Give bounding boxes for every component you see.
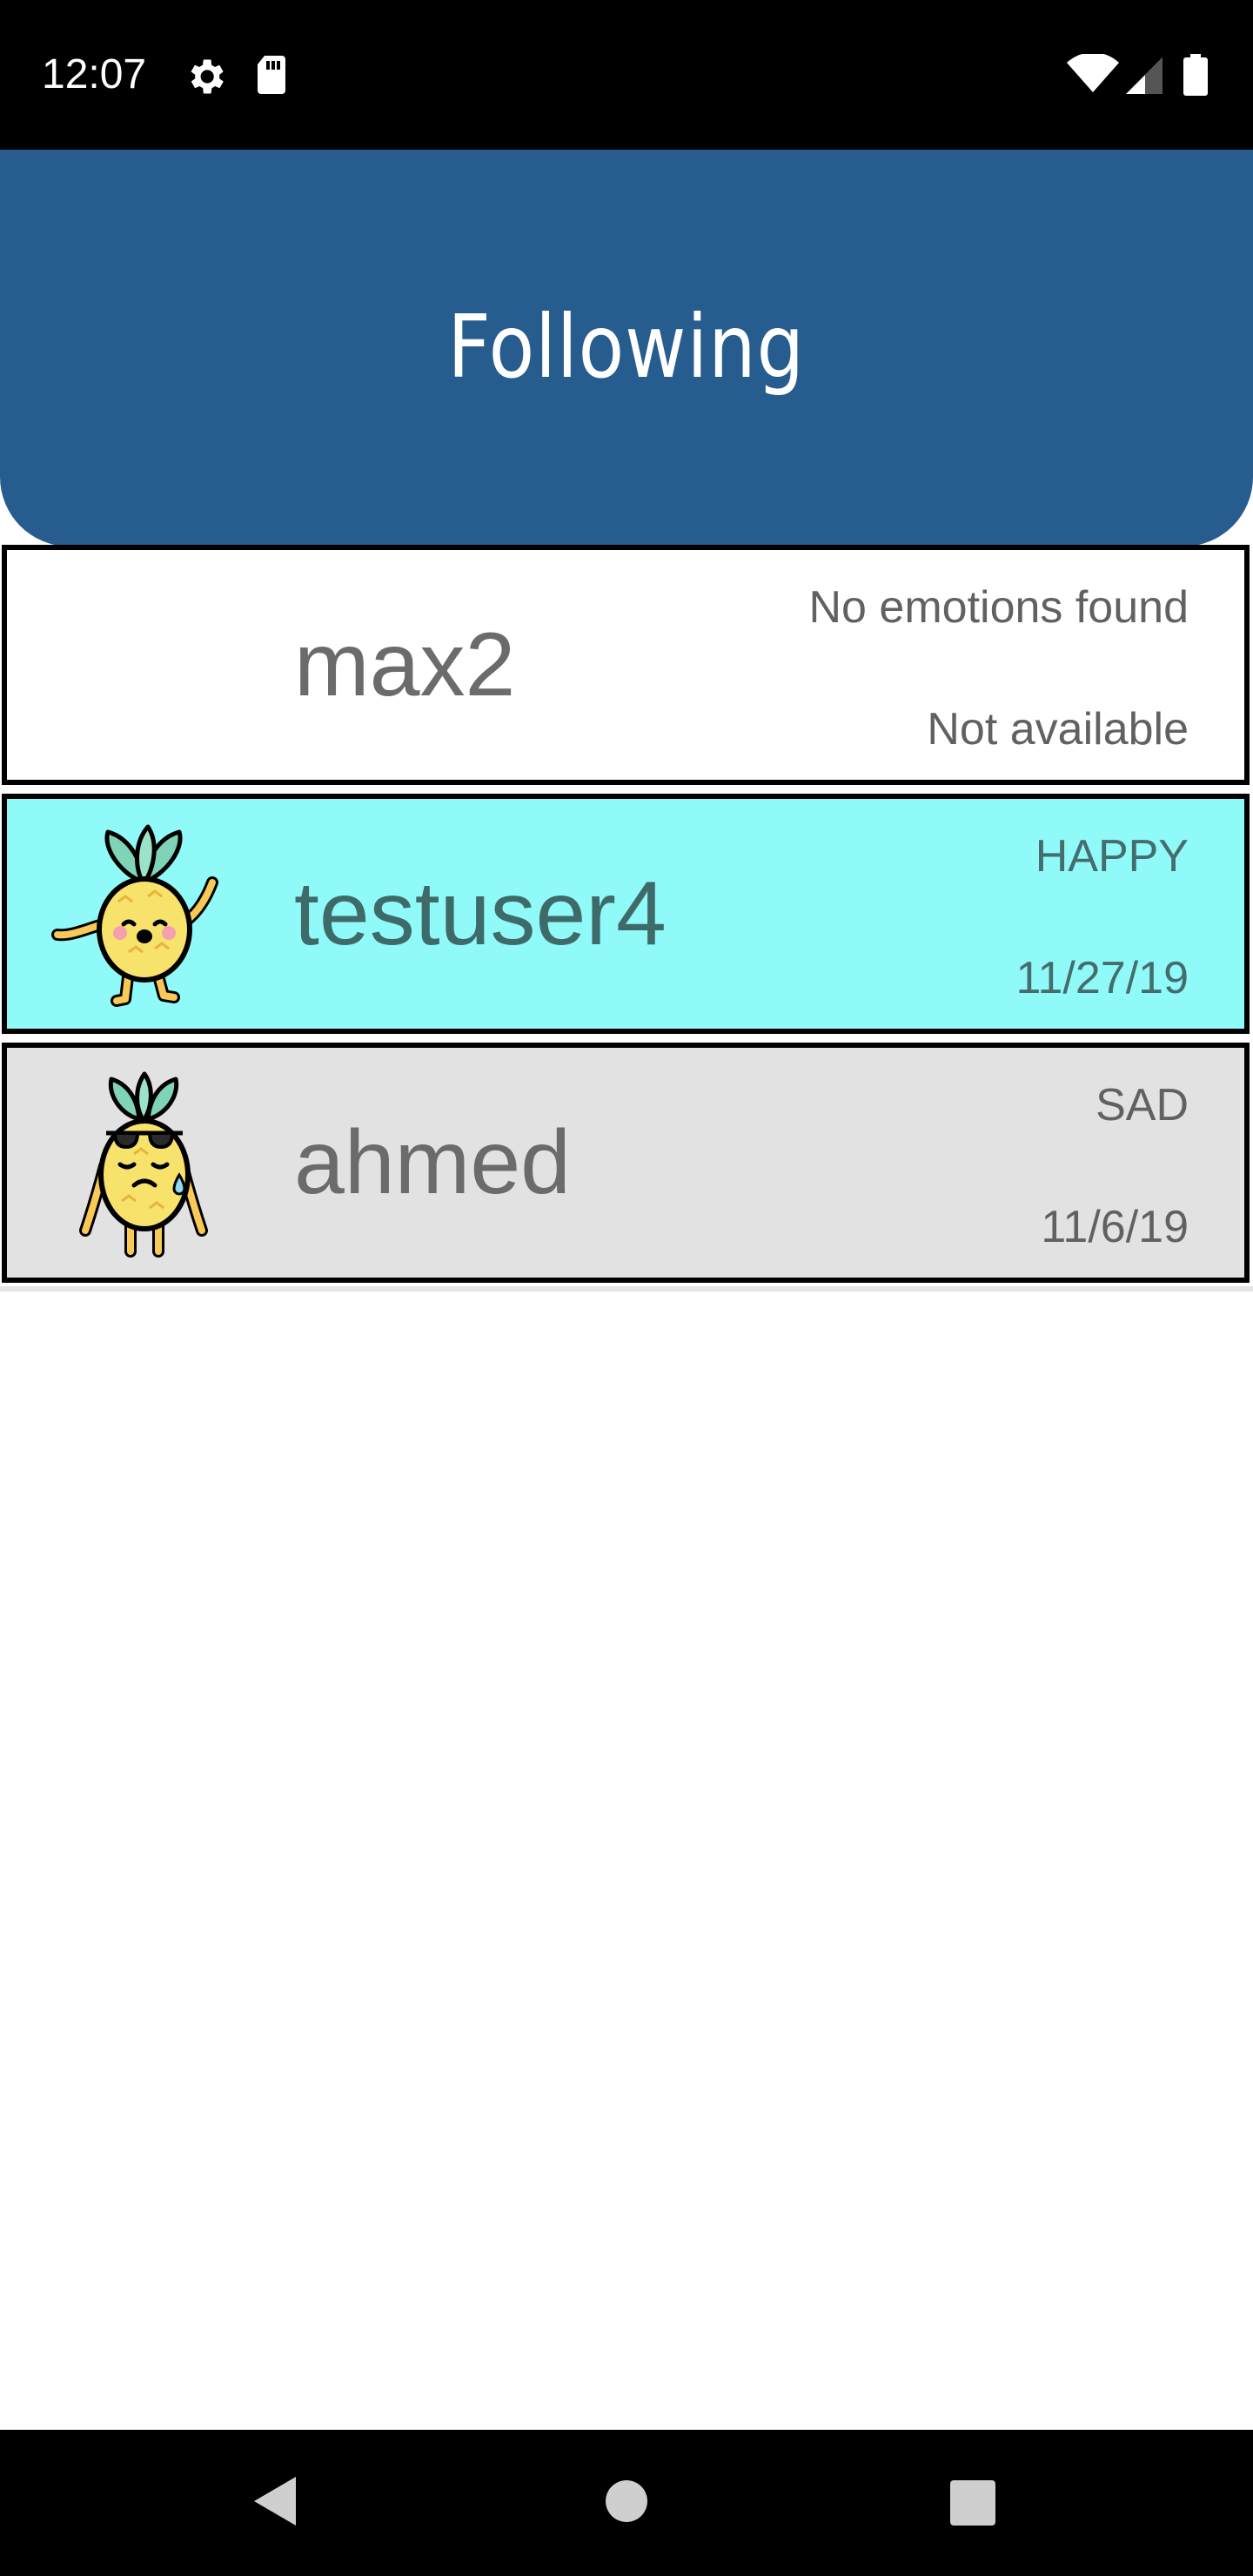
username: max2 bbox=[294, 614, 516, 715]
emotion-label: HAPPY bbox=[1035, 831, 1189, 882]
emotion-date: 11/6/19 bbox=[1041, 1202, 1189, 1252]
emotion-date: Not available bbox=[927, 704, 1189, 755]
list-item[interactable]: ahmed SAD 11/6/19 bbox=[2, 1043, 1250, 1283]
wifi-icon bbox=[1067, 54, 1119, 92]
status-bar: 12:07 bbox=[0, 0, 1253, 150]
list-divider bbox=[0, 1286, 1253, 1291]
emotion-label: No emotions found bbox=[808, 582, 1189, 633]
sd-card-icon bbox=[258, 56, 285, 94]
navigation-bar bbox=[0, 2430, 1253, 2576]
battery-icon bbox=[1183, 54, 1208, 96]
sad-pineapple-icon bbox=[79, 1071, 208, 1258]
gear-icon bbox=[191, 59, 224, 94]
page-title: Following bbox=[447, 295, 806, 398]
status-time: 12:07 bbox=[42, 51, 147, 97]
header: Following bbox=[0, 150, 1253, 547]
signal-icon bbox=[1126, 57, 1163, 94]
happy-pineapple-icon bbox=[51, 824, 218, 1007]
home-icon[interactable] bbox=[604, 2473, 649, 2529]
username: testuser4 bbox=[294, 863, 667, 964]
back-icon[interactable] bbox=[251, 2473, 299, 2529]
list-item[interactable]: testuser4 HAPPY 11/27/19 bbox=[2, 794, 1250, 1034]
list-item[interactable]: max2 No emotions found Not available bbox=[2, 545, 1250, 785]
emotion-date: 11/27/19 bbox=[1015, 953, 1189, 1003]
recents-icon[interactable] bbox=[950, 2473, 995, 2529]
emotion-label: SAD bbox=[1096, 1080, 1189, 1130]
username: ahmed bbox=[294, 1112, 571, 1213]
